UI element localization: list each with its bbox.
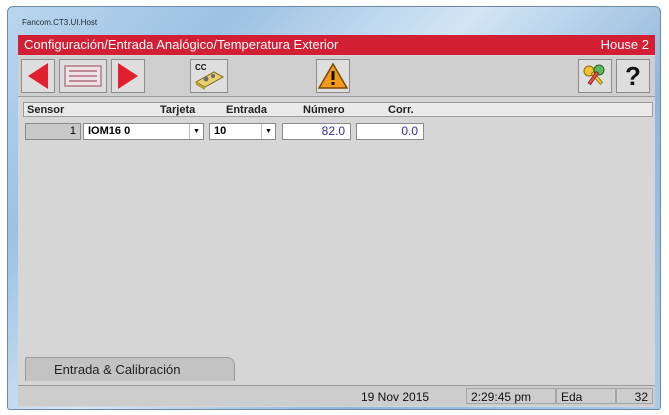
help-button[interactable]: ?	[616, 59, 650, 93]
page-header: Configuración/Entrada Analógico/Temperat…	[18, 35, 655, 55]
tarjeta-value: IOM16 0	[88, 125, 131, 137]
table-header: Sensor Tarjeta Entrada Número Corr.	[23, 102, 653, 117]
previous-button[interactable]	[21, 59, 55, 93]
entrada-select[interactable]: 10 ▼	[209, 123, 276, 140]
house-label: House 2	[600, 37, 649, 52]
tarjeta-select[interactable]: IOM16 0 ▼	[83, 123, 204, 140]
cc-label: CC	[195, 63, 207, 72]
card-config-button[interactable]: CC	[190, 59, 228, 93]
corr-field[interactable]: 0.0	[356, 123, 424, 140]
numero-field[interactable]: 82.0	[282, 123, 351, 140]
col-numero: Número	[303, 104, 345, 116]
window-title: Fancom.CT3.UI.Host	[22, 18, 98, 27]
alarm-button[interactable]	[316, 59, 350, 93]
toolbar: CC ?	[18, 56, 655, 97]
cc-card-icon: CC	[194, 63, 225, 90]
status-number: 32	[616, 388, 653, 404]
col-tarjeta: Tarjeta	[160, 104, 196, 116]
overview-button[interactable]	[59, 59, 107, 93]
help-icon: ?	[625, 60, 641, 91]
next-button[interactable]	[111, 59, 145, 93]
status-bar: 19 Nov 2015 2:29:45 pm Eda 32	[18, 385, 655, 406]
status-date: 19 Nov 2015	[361, 390, 430, 404]
app-client-area: Configuración/Entrada Analógico/Temperat…	[18, 35, 655, 407]
chevron-down-icon[interactable]: ▼	[189, 124, 203, 139]
arrow-right-icon	[118, 63, 138, 89]
page-title: Configuración/Entrada Analógico/Temperat…	[24, 37, 339, 52]
col-entrada: Entrada	[226, 104, 267, 116]
status-time: 2:29:45 pm	[466, 388, 556, 404]
sensor-number: 1	[25, 123, 81, 140]
table-row: 1 IOM16 0 ▼ 10 ▼ 82.0 0.0	[23, 120, 653, 144]
arrow-left-icon	[28, 63, 48, 89]
card-list-icon	[64, 65, 102, 87]
tab-entrada-calibracion[interactable]: Entrada & Calibración	[25, 357, 235, 381]
warning-icon	[318, 62, 348, 89]
access-key-button[interactable]	[578, 59, 612, 93]
key-icon	[583, 64, 605, 86]
col-corr: Corr.	[388, 104, 414, 116]
entrada-value: 10	[214, 125, 227, 137]
status-user: Eda	[556, 388, 616, 404]
chevron-down-icon[interactable]: ▼	[261, 124, 275, 139]
col-sensor: Sensor	[27, 104, 65, 116]
